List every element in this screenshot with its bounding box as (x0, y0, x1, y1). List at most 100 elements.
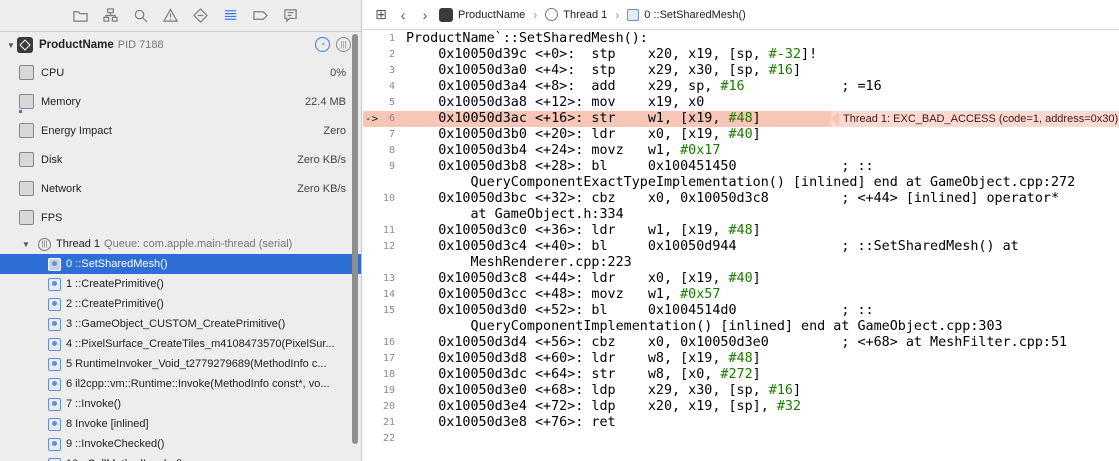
stack-frame-row[interactable]: 7 ::Invoke() (0, 394, 361, 414)
line-number[interactable] (363, 255, 397, 271)
line-number[interactable]: 9 (363, 159, 397, 175)
disclosure-triangle-icon[interactable]: ▼ (7, 41, 17, 50)
line-number[interactable]: 22 (363, 431, 397, 447)
code-line[interactable]: 7 0x10050d3b0 <+20>: ldr x0, [x19, #40] (363, 127, 1119, 143)
stack-frame-label: 9 ::InvokeChecked() (66, 438, 165, 450)
line-number[interactable]: 19 (363, 383, 397, 399)
stack-frame-row[interactable]: 2 ::CreatePrimitive() (0, 294, 361, 314)
line-number[interactable]: 1 (363, 31, 397, 47)
line-number[interactable]: 16 (363, 335, 397, 351)
code-line[interactable]: 1 ProductName`::SetSharedMesh(): (363, 31, 1119, 47)
code-line[interactable]: 19 0x10050d3e0 <+68>: ldp x29, x30, [sp,… (363, 383, 1119, 399)
code-line[interactable]: 8 0x10050d3b4 <+24>: movz w1, #0x17 (363, 143, 1119, 159)
forward-arrow-icon[interactable]: › (417, 7, 433, 23)
code-line[interactable]: MeshRenderer.cpp:223 (363, 255, 1119, 271)
stack-frame-row[interactable]: 8 Invoke [inlined] (0, 414, 361, 434)
current-instruction-line[interactable]: 6 0x10050d3ac <+16>: str w1, [x19, #48] -… (363, 111, 1119, 127)
gauge-row-disk[interactable]: Disk Zero KB/s (0, 145, 361, 174)
report-icon[interactable] (280, 6, 300, 26)
line-number[interactable]: 17 (363, 351, 397, 367)
disclosure-triangle-icon[interactable]: ▼ (22, 240, 32, 249)
code-line[interactable]: 2 0x10050d39c <+0>: stp x20, x19, [sp, #… (363, 47, 1119, 63)
gauge-row-network[interactable]: Network Zero KB/s (0, 174, 361, 203)
code-line[interactable]: 16 0x10050d3d4 <+56>: cbz x0, 0x10050d3e… (363, 335, 1119, 351)
thread-row[interactable]: ▼ ||| Thread 1 Queue: com.apple.main-thr… (0, 234, 361, 254)
instruction-pointer-icon[interactable]: -> (365, 111, 378, 127)
stack-frame-row[interactable]: 4 ::PixelSurface_CreateTiles_m4108473570… (0, 334, 361, 354)
code-area[interactable]: 1 ProductName`::SetSharedMesh(): 2 0x10050… (363, 31, 1119, 461)
code-line[interactable]: 18 0x10050d3dc <+64>: str w8, [x0, #272] (363, 367, 1119, 383)
jumpbar-app[interactable]: ProductName (439, 7, 525, 22)
stack-frame-row[interactable]: 1 ::CreatePrimitive() (0, 274, 361, 294)
code-text: QueryComponentExactTypeImplementation() … (406, 175, 1076, 190)
code-line[interactable]: 15 0x10050d3d0 <+52>: bl 0x1004514d0 ; :… (363, 303, 1119, 319)
code-line[interactable]: at GameObject.h:334 (363, 207, 1119, 223)
line-number[interactable]: 15 (363, 303, 397, 319)
debug-icon[interactable] (220, 6, 240, 26)
line-number[interactable] (363, 207, 397, 223)
line-number[interactable]: 20 (363, 399, 397, 415)
line-number[interactable]: 2 (363, 47, 397, 63)
test-icon[interactable] (190, 6, 210, 26)
line-number[interactable]: 21 (363, 415, 397, 431)
line-number[interactable]: 14 (363, 287, 397, 303)
jumpbar-frame[interactable]: 0 ::SetSharedMesh() (627, 8, 746, 21)
search-icon[interactable] (130, 6, 150, 26)
code-line[interactable]: 12 0x10050d3c4 <+40>: bl 0x10050d944 ; :… (363, 239, 1119, 255)
code-line[interactable]: 14 0x10050d3cc <+48>: movz w1, #0x57 (363, 287, 1119, 303)
line-number[interactable]: 7 (363, 127, 397, 143)
line-number[interactable] (363, 175, 397, 191)
line-number[interactable]: 10 (363, 191, 397, 207)
line-number[interactable]: 3 (363, 63, 397, 79)
stack-frame-row[interactable]: 5 RuntimeInvoker_Void_t2779279689(Method… (0, 354, 361, 374)
code-line[interactable]: 11 0x10050d3c0 <+36>: ldr w1, [x19, #48] (363, 223, 1119, 239)
line-number[interactable]: 12 (363, 239, 397, 255)
code-line[interactable]: 9 0x10050d3b8 <+28>: bl 0x100451450 ; :: (363, 159, 1119, 175)
disassembly-editor: ⊞ ‹ › ProductName › Thread 1 › 0 ::SetSh… (363, 0, 1119, 461)
line-number[interactable]: 8 (363, 143, 397, 159)
back-arrow-icon[interactable]: ‹ (395, 7, 411, 23)
gauge-value: Zero KB/s (297, 153, 346, 166)
selection-marker (0, 254, 6, 274)
code-line[interactable]: 13 0x10050d3c8 <+44>: ldr x0, [x19, #40] (363, 271, 1119, 287)
stack-frame-row[interactable]: 6 il2cpp::vm::Runtime::Invoke(MethodInfo… (0, 374, 361, 394)
jumpbar-thread[interactable]: Thread 1 (545, 8, 607, 21)
gauge-row-fps[interactable]: FPS (0, 203, 361, 232)
code-line[interactable]: 22 (363, 431, 1119, 447)
gauge-toggle-icon[interactable]: ◔ (315, 37, 330, 52)
code-line[interactable]: 4 0x10050d3a4 <+8>: add x29, sp, #16 ; =… (363, 79, 1119, 95)
related-items-icon[interactable]: ⊞ (373, 6, 389, 23)
gauge-label: Network (41, 182, 82, 195)
code-line[interactable]: 17 0x10050d3d8 <+60>: ldr w8, [x19, #48] (363, 351, 1119, 367)
stack-frame-row[interactable]: 10 ::CallMethodInvoke() (0, 454, 361, 461)
line-number[interactable] (363, 319, 397, 335)
debug-navigator: ▼ ProductName PID 7188 ◔ ||| CPU 0% Memory… (0, 0, 362, 461)
code-line[interactable]: QueryComponentImplementation() [inlined]… (363, 319, 1119, 335)
code-line[interactable]: 21 0x10050d3e8 <+76>: ret (363, 415, 1119, 431)
gauge-row-memory[interactable]: Memory 22.4 MB (0, 87, 361, 116)
sidebar-scrollbar[interactable] (352, 34, 358, 444)
line-number[interactable]: 5 (363, 95, 397, 111)
gauge-row-cpu[interactable]: CPU 0% (0, 58, 361, 87)
folder-icon[interactable] (70, 6, 90, 26)
line-number[interactable]: 11 (363, 223, 397, 239)
thread-filter-icon[interactable]: ||| (336, 37, 351, 52)
line-number[interactable]: 4 (363, 79, 397, 95)
warning-icon[interactable] (160, 6, 180, 26)
stack-frame-row[interactable]: 0 ::SetSharedMesh() (0, 254, 361, 274)
line-number[interactable]: 18 (363, 367, 397, 383)
code-line[interactable]: QueryComponentExactTypeImplementation() … (363, 175, 1119, 191)
code-line[interactable]: 20 0x10050d3e4 <+72>: ldp x20, x19, [sp]… (363, 399, 1119, 415)
code-text: 0x10050d3b8 <+28>: bl 0x100451450 ; :: (406, 159, 874, 174)
process-row[interactable]: ▼ ProductName PID 7188 ◔ ||| (0, 32, 361, 58)
code-line[interactable]: 10 0x10050d3bc <+32>: cbz x0, 0x10050d3c… (363, 191, 1119, 207)
breakpoint-icon[interactable] (250, 6, 270, 26)
hierarchy-icon[interactable] (100, 6, 120, 26)
crash-annotation[interactable]: Thread 1: EXC_BAD_ACCESS (code=1, addres… (831, 111, 1119, 127)
line-number[interactable]: 13 (363, 271, 397, 287)
stack-frame-row[interactable]: 9 ::InvokeChecked() (0, 434, 361, 454)
code-line[interactable]: 5 0x10050d3a8 <+12>: mov x19, x0 (363, 95, 1119, 111)
code-line[interactable]: 3 0x10050d3a0 <+4>: stp x29, x30, [sp, #… (363, 63, 1119, 79)
gauge-row-energy-impact[interactable]: Energy Impact Zero (0, 116, 361, 145)
stack-frame-row[interactable]: 3 ::GameObject_CUSTOM_CreatePrimitive() (0, 314, 361, 334)
